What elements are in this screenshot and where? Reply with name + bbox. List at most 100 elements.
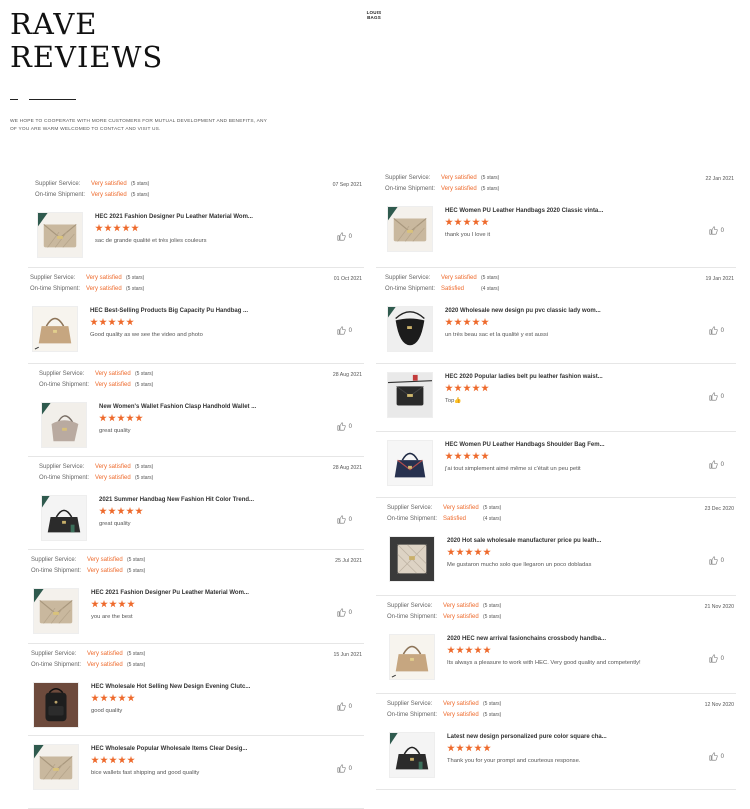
star-icon [117, 414, 125, 422]
product-thumbnail[interactable] [389, 732, 435, 778]
rating-stars [99, 507, 143, 515]
like-button[interactable]: 0 [709, 460, 724, 469]
like-button[interactable]: 0 [709, 226, 724, 235]
star-icon [104, 224, 112, 232]
product-name-link[interactable]: 2020 Hot sale wholesale manufacturer pri… [447, 538, 601, 544]
ontime-shipment-row: On-time Shipment: Very satisfied (5 stars) [39, 380, 153, 391]
like-count: 0 [720, 393, 724, 400]
product-name-link[interactable]: HEC Best-Selling Products Big Capacity P… [90, 308, 248, 314]
product-name-link[interactable]: HEC 2021 Fashion Designer Pu Leather Mat… [91, 590, 249, 596]
review-card: Supplier Service: Very satisfied (5 stars)… [28, 550, 364, 644]
star-icon [483, 744, 491, 752]
like-button[interactable]: 0 [337, 515, 352, 524]
ontime-shipment-stars: (5 stars) [483, 712, 502, 718]
like-button[interactable]: 0 [709, 556, 724, 565]
title-dash-short [10, 99, 18, 100]
like-button[interactable]: 0 [337, 422, 352, 431]
review-date: 28 Aug 2021 [332, 465, 362, 471]
product-name-link[interactable]: HEC Women PU Leather Handbags 2020 Class… [445, 208, 603, 214]
product-name-link[interactable]: 2020 Wholesale new design pu pvc classic… [445, 308, 601, 314]
product-name-link[interactable]: HEC 2020 Popular ladies belt pu leather … [445, 374, 603, 380]
product-name-link[interactable]: 2020 HEC new arrival fasionchains crossb… [447, 636, 606, 642]
product-thumbnail[interactable] [33, 588, 79, 634]
product-image [390, 635, 434, 679]
product-image [388, 373, 432, 417]
like-button[interactable]: 0 [337, 326, 352, 335]
rating-stars [95, 224, 139, 232]
ontime-shipment-label: On-time Shipment: [387, 614, 438, 620]
like-button[interactable]: 0 [709, 654, 724, 663]
thumbs-up-icon [337, 608, 346, 617]
ontime-shipment-label: On-time Shipment: [387, 712, 438, 718]
product-thumbnail[interactable] [33, 682, 79, 728]
ontime-shipment-row: On-time Shipment: Satisfied (4 stars) [387, 514, 501, 525]
supplier-service-value: Very satisfied [87, 651, 123, 657]
like-button[interactable]: 0 [337, 702, 352, 711]
supplier-service-value: Very satisfied [443, 701, 479, 707]
ontime-shipment-label: On-time Shipment: [385, 186, 436, 192]
ontime-shipment-stars: (5 stars) [126, 286, 145, 292]
product-name-link[interactable]: New Women's Wallet Fashion Clasp Handhol… [99, 404, 256, 410]
product-thumbnail[interactable] [41, 495, 87, 541]
star-icon [91, 694, 99, 702]
supplier-service-row: Supplier Service: Very satisfied (5 stars) [385, 173, 499, 184]
star-icon [454, 384, 462, 392]
product-name-link[interactable]: HEC Women PU Leather Handbags Shoulder B… [445, 442, 605, 448]
thumbs-up-icon [337, 702, 346, 711]
product-name-link[interactable]: HEC Wholesale Hot Selling New Design Eve… [91, 684, 250, 690]
supplier-service-stars: (5 stars) [127, 557, 146, 563]
star-icon [117, 318, 125, 326]
product-thumbnail[interactable] [41, 402, 87, 448]
ontime-shipment-row: On-time Shipment: Very satisfied (5 stars) [30, 284, 144, 295]
supplier-service-value: Very satisfied [441, 175, 477, 181]
ontime-shipment-label: On-time Shipment: [31, 568, 82, 574]
product-thumbnail[interactable] [33, 744, 79, 790]
supplier-service-row: Supplier Service: Very satisfied (5 stars) [35, 179, 149, 190]
like-button[interactable]: 0 [337, 764, 352, 773]
star-icon [474, 646, 482, 654]
supplier-service-row: Supplier Service: Very satisfied (5 stars) [387, 699, 501, 710]
page-title-line-2: REVIEWS [10, 40, 164, 74]
product-thumbnail[interactable] [387, 306, 433, 352]
thumbs-up-icon [337, 764, 346, 773]
review-date: 19 Jan 2021 [705, 276, 734, 282]
review-comment: thank you I love it [445, 232, 491, 238]
like-button[interactable]: 0 [709, 752, 724, 761]
star-icon [108, 414, 116, 422]
product-thumbnail[interactable] [37, 212, 83, 258]
product-thumbnail[interactable] [387, 206, 433, 252]
brand-logo[interactable]: LOUIS BAGS [358, 10, 390, 20]
product-image [34, 745, 78, 789]
review-card: HEC Women PU Leather Handbags Shoulder B… [376, 432, 736, 498]
star-icon [465, 646, 473, 654]
rating-stars [447, 744, 491, 752]
review-comment: good quality [91, 708, 123, 714]
product-thumbnail[interactable] [389, 536, 435, 582]
star-icon [472, 384, 480, 392]
like-button[interactable]: 0 [337, 608, 352, 617]
review-card: Supplier Service: Very satisfied (5 stars)… [28, 457, 364, 550]
product-name-link[interactable]: 2021 Summer Handbag New Fashion Hit Colo… [99, 497, 254, 503]
product-thumbnail[interactable] [387, 440, 433, 486]
rating-stars [91, 600, 135, 608]
product-thumbnail[interactable] [32, 306, 78, 352]
rating-stars [91, 694, 135, 702]
like-button[interactable]: 0 [709, 392, 724, 401]
like-button[interactable]: 0 [337, 232, 352, 241]
supplier-service-row: Supplier Service: Very satisfied (5 stars) [387, 503, 501, 514]
supplier-service-label: Supplier Service: [39, 371, 85, 377]
review-date: 22 Jan 2021 [705, 176, 734, 182]
review-card: Supplier Service: Very satisfied (5 stars)… [376, 596, 736, 694]
star-icon [100, 756, 108, 764]
review-date: 15 Jun 2021 [333, 652, 362, 658]
supplier-service-label: Supplier Service: [385, 175, 431, 181]
product-name-link[interactable]: HEC Wholesale Popular Wholesale Items Cl… [91, 746, 247, 752]
supplier-service-row: Supplier Service: Very satisfied (5 stars) [385, 273, 499, 284]
star-icon [91, 756, 99, 764]
like-button[interactable]: 0 [709, 326, 724, 335]
product-name-link[interactable]: Latest new design personalized pure colo… [447, 734, 607, 740]
star-icon [463, 218, 471, 226]
product-name-link[interactable]: HEC 2021 Fashion Designer Pu Leather Mat… [95, 214, 253, 220]
product-thumbnail[interactable] [389, 634, 435, 680]
product-thumbnail[interactable] [387, 372, 433, 418]
